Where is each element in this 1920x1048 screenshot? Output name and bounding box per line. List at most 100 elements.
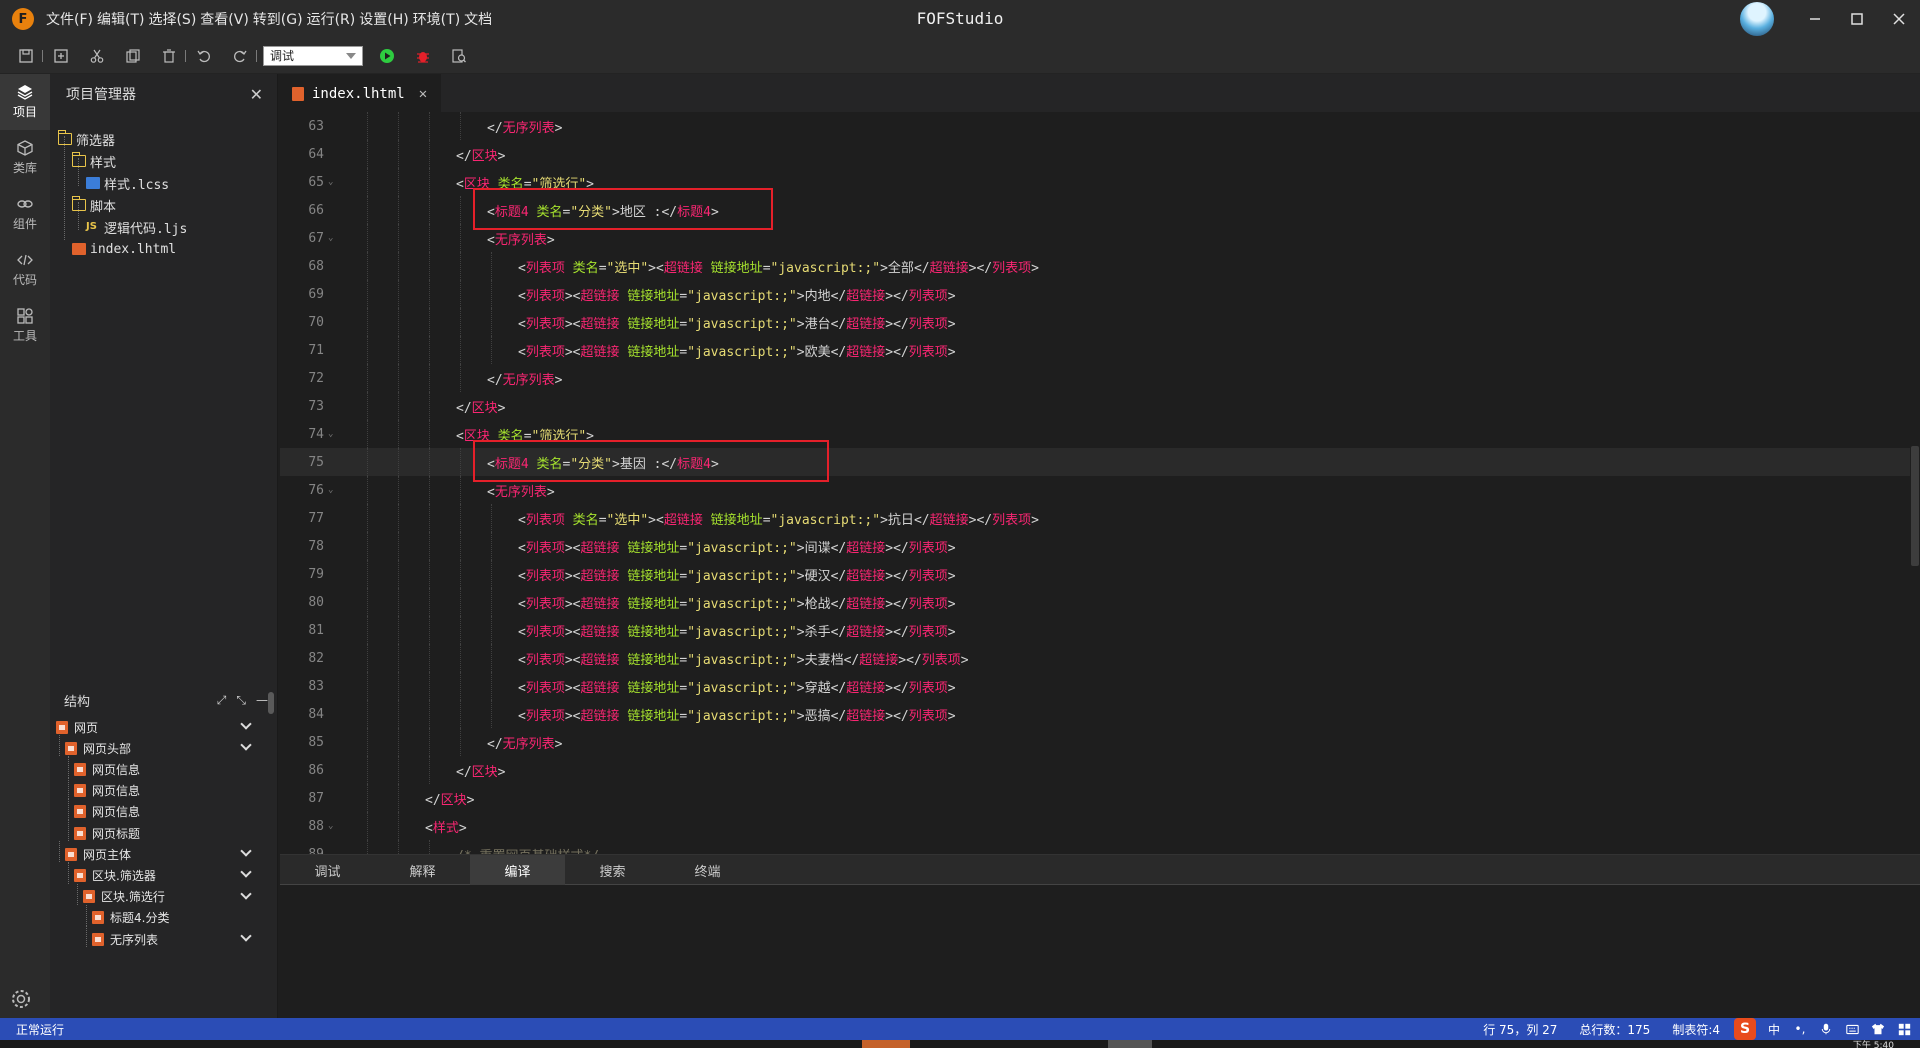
chevron-down-icon[interactable] xyxy=(240,887,252,900)
fold-arrow-icon[interactable]: ⌄ xyxy=(324,429,342,439)
code-line[interactable]: 85 </无序列表> xyxy=(280,728,1910,756)
taskbar-app[interactable] xyxy=(862,1040,910,1048)
menu-item[interactable]: 文件(F) xyxy=(44,9,95,29)
run-mode-select[interactable]: 调试 xyxy=(263,45,363,66)
tree-item-file[interactable]: index.lhtml xyxy=(72,238,176,260)
shirt-icon[interactable] xyxy=(1870,1021,1886,1037)
code-line[interactable]: 67 ⌄ <无序列表> xyxy=(280,224,1910,252)
taskbar-app[interactable] xyxy=(1108,1040,1152,1048)
outline-item[interactable]: 无序列表 xyxy=(92,926,264,952)
menu-item[interactable]: 运行(R) xyxy=(305,9,358,29)
tree-item-file[interactable]: JS 逻辑代码.ljs xyxy=(86,216,187,238)
outline-scrollbar[interactable] xyxy=(268,692,274,714)
redo-button[interactable] xyxy=(228,44,252,68)
delete-button[interactable] xyxy=(157,44,181,68)
keyboard-icon[interactable] xyxy=(1844,1021,1860,1037)
code-line[interactable]: 78 <列表项><超链接 链接地址="javascript:;">间谍</超链接>… xyxy=(280,532,1910,560)
ime-logo[interactable]: S xyxy=(1734,1018,1756,1040)
code-line[interactable]: 82 <列表项><超链接 链接地址="javascript:;">夫妻档</超链接… xyxy=(280,644,1910,672)
panel-tab[interactable]: 终端 xyxy=(660,855,755,885)
cursor-position[interactable]: 行 75，列 27 xyxy=(1483,1021,1557,1038)
code-line[interactable]: 70 <列表项><超链接 链接地址="javascript:;">港台</超链接>… xyxy=(280,308,1910,336)
code-line[interactable]: 75 <标题4 类名="分类">基因 :</标题4> xyxy=(280,448,1910,476)
code-editor[interactable]: 63 </无序列表> 64 </区块> 65 ⌄ <区块 类名="筛选行"> 66 <标题4 类… xyxy=(280,112,1920,854)
editor-scrollbar[interactable] xyxy=(1910,112,1920,854)
code-line[interactable]: 89 /* 重置网页基础样式*/ xyxy=(280,840,1910,854)
panel-tab[interactable]: 解释 xyxy=(375,855,470,885)
tree-item-folder[interactable]: 脚本 xyxy=(71,194,116,216)
panel-tab[interactable]: 搜索 xyxy=(565,855,660,885)
code-line[interactable]: 83 <列表项><超链接 链接地址="javascript:;">穿越</超链接>… xyxy=(280,672,1910,700)
code-line[interactable]: 87 </区块> xyxy=(280,784,1910,812)
maximize-button[interactable] xyxy=(1836,0,1878,38)
fold-arrow-icon[interactable]: ⌄ xyxy=(324,233,342,243)
code-line[interactable]: 77 <列表项 类名="选中"><超链接 链接地址="javascript:;">… xyxy=(280,504,1910,532)
code-line[interactable]: 79 <列表项><超链接 链接地址="javascript:;">硬汉</超链接>… xyxy=(280,560,1910,588)
tree-item-folder[interactable]: 筛选器 xyxy=(57,128,115,150)
code-line[interactable]: 84 <列表项><超链接 链接地址="javascript:;">恶搞</超链接>… xyxy=(280,700,1910,728)
code-line[interactable]: 81 <列表项><超链接 链接地址="javascript:;">杀手</超链接>… xyxy=(280,616,1910,644)
minimize-button[interactable] xyxy=(1794,0,1836,38)
tree-item-file[interactable]: 样式.lcss xyxy=(86,172,169,194)
code-line[interactable]: 74 ⌄ <区块 类名="筛选行"> xyxy=(280,420,1910,448)
code-line[interactable]: 88 ⌄ <样式> xyxy=(280,812,1910,840)
minimize-panel-icon[interactable]: — xyxy=(256,693,268,708)
fold-arrow-icon[interactable]: ⌄ xyxy=(324,821,342,831)
code-line[interactable]: 65 ⌄ <区块 类名="筛选行"> xyxy=(280,168,1910,196)
preview-button[interactable] xyxy=(447,44,471,68)
debug-button[interactable] xyxy=(411,44,435,68)
code-line[interactable]: 64 </区块> xyxy=(280,140,1910,168)
undo-button[interactable] xyxy=(192,44,216,68)
panel-tab[interactable]: 调试 xyxy=(280,855,375,885)
grid-icon[interactable] xyxy=(1896,1021,1912,1037)
code-line[interactable]: 86 </区块> xyxy=(280,756,1910,784)
code-line[interactable]: 63 </无序列表> xyxy=(280,112,1910,140)
collapse-all-icon[interactable]: ⤡ xyxy=(236,693,246,708)
panel-tab[interactable]: 编译 xyxy=(470,855,565,885)
ime-language[interactable]: 中 xyxy=(1766,1021,1782,1037)
chevron-down-icon[interactable] xyxy=(240,739,252,751)
code-line[interactable]: 80 <列表项><超链接 链接地址="javascript:;">枪战</超链接>… xyxy=(280,588,1910,616)
code-line[interactable]: 72 </无序列表> xyxy=(280,364,1910,392)
fold-arrow-icon[interactable]: ⌄ xyxy=(324,485,342,495)
expand-all-icon[interactable]: ⤢ xyxy=(217,693,227,708)
activity-code[interactable]: 代码 xyxy=(0,242,50,298)
copy-button[interactable] xyxy=(121,44,145,68)
close-icon[interactable]: ✕ xyxy=(419,86,427,102)
code-line[interactable]: 76 ⌄ <无序列表> xyxy=(280,476,1910,504)
menu-item[interactable]: 查看(V) xyxy=(198,9,251,29)
gear-icon[interactable] xyxy=(10,988,32,1010)
chevron-down-icon[interactable] xyxy=(240,718,252,730)
activity-tools[interactable]: 工具 xyxy=(0,298,50,354)
menu-item[interactable]: 设置(H) xyxy=(357,9,410,29)
activity-project[interactable]: 项目 xyxy=(0,74,50,130)
menu-item[interactable]: 环境(T) xyxy=(411,9,462,29)
save-button[interactable] xyxy=(14,44,38,68)
user-avatar[interactable] xyxy=(1740,2,1774,36)
activity-components[interactable]: 组件 xyxy=(0,186,50,242)
new-file-button[interactable] xyxy=(49,44,73,68)
code-line[interactable]: 68 <列表项 类名="选中"><超链接 链接地址="javascript:;">… xyxy=(280,252,1910,280)
menu-item[interactable]: 转到(G) xyxy=(251,9,305,29)
activity-library[interactable]: 类库 xyxy=(0,130,50,186)
tab-size[interactable]: 制表符:4 xyxy=(1672,1021,1720,1038)
fold-arrow-icon[interactable]: ⌄ xyxy=(324,177,342,187)
microphone-icon[interactable] xyxy=(1818,1021,1834,1037)
code-line[interactable]: 66 <标题4 类名="分类">地区 :</标题4> xyxy=(280,196,1910,224)
chevron-down-icon[interactable] xyxy=(240,930,252,942)
code-line[interactable]: 69 <列表项><超链接 链接地址="javascript:;">内地</超链接>… xyxy=(280,280,1910,308)
close-window-button[interactable] xyxy=(1878,0,1920,38)
punctuation-icon[interactable]: •, xyxy=(1792,1021,1808,1037)
menu-item[interactable]: 文档 xyxy=(462,9,494,29)
run-button[interactable] xyxy=(375,44,399,68)
menu-item[interactable]: 选择(S) xyxy=(146,9,198,29)
menu-item[interactable]: 编辑(T) xyxy=(95,9,146,29)
scrollbar-thumb[interactable] xyxy=(1911,446,1919,566)
cut-button[interactable] xyxy=(85,44,109,68)
tree-item-folder[interactable]: 样式 xyxy=(71,150,116,172)
chevron-down-icon[interactable] xyxy=(240,866,252,879)
tab-index-lhtml[interactable]: index.lhtml ✕ xyxy=(280,74,442,112)
close-icon[interactable]: ✕ xyxy=(250,85,263,104)
chevron-down-icon[interactable] xyxy=(240,845,252,857)
code-line[interactable]: 73 </区块> xyxy=(280,392,1910,420)
